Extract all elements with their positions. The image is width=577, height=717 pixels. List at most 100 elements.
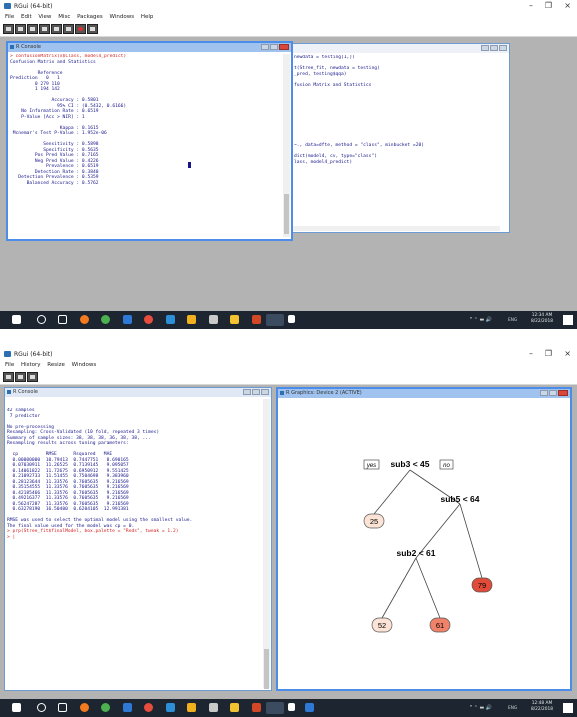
close-icon[interactable] — [279, 44, 289, 50]
scrollbar-thumb[interactable] — [264, 649, 269, 689]
menu-misc[interactable]: Misc — [58, 14, 70, 20]
r-console-title: R Console — [13, 389, 38, 395]
notification-icon[interactable] — [563, 703, 573, 713]
search-icon[interactable] — [37, 315, 46, 324]
file-manager-icon[interactable] — [187, 703, 196, 712]
menu-resize[interactable]: Resize — [47, 362, 65, 368]
menu-packages[interactable]: Packages — [77, 14, 103, 20]
clock[interactable]: 12:34 AM 8/22/2018 — [531, 313, 553, 325]
copy-plot-icon[interactable] — [3, 372, 14, 382]
powerpoint-icon[interactable] — [252, 703, 261, 712]
task-view-icon[interactable] — [58, 703, 67, 712]
console-line: lass, model4_predict) — [294, 159, 353, 165]
explorer-icon[interactable] — [166, 315, 175, 324]
stop-icon[interactable] — [75, 24, 86, 34]
horizontal-scrollbar[interactable] — [262, 226, 500, 231]
notes-icon[interactable] — [230, 703, 239, 712]
r-window-icon[interactable] — [288, 315, 295, 323]
edge-rl-left — [381, 557, 417, 619]
maximize-icon[interactable] — [549, 390, 557, 396]
maximize-icon[interactable] — [490, 45, 498, 51]
minimize-icon[interactable] — [540, 390, 548, 396]
r-window-icon[interactable] — [288, 703, 295, 711]
edge-root-left — [373, 469, 411, 515]
windows-start-icon[interactable] — [12, 315, 21, 324]
print-icon[interactable] — [87, 24, 98, 34]
lock-icon[interactable] — [209, 315, 218, 324]
tray-icons[interactable]: ᴿ ⌃ ▬ 🔊 — [470, 317, 492, 323]
app-title: RGui (64-bit) — [14, 351, 53, 358]
scrollbar-thumb[interactable] — [284, 194, 289, 234]
r-console-output[interactable]: > confusionMatrix(x$Class, model4_predic… — [10, 54, 281, 237]
firefox-icon[interactable] — [80, 703, 89, 712]
vertical-scrollbar[interactable] — [283, 54, 290, 237]
toolbar — [0, 23, 577, 37]
vertical-scrollbar[interactable] — [263, 399, 270, 689]
chrome-alt-icon[interactable] — [144, 315, 153, 324]
maximize-button[interactable]: ❐ — [545, 1, 552, 10]
clock[interactable]: 12:48 AM 8/22/2018 — [531, 701, 553, 713]
minimize-icon[interactable] — [481, 45, 489, 51]
chrome-icon[interactable] — [101, 703, 110, 712]
search-icon[interactable] — [37, 703, 46, 712]
powerpoint-icon[interactable] — [252, 315, 261, 324]
outlook-icon[interactable] — [305, 703, 314, 712]
file-manager-icon[interactable] — [187, 315, 196, 324]
app-titlebar: RGui (64-bit) – ❐ × — [0, 0, 577, 13]
background-console-output: newdata = testing[1,]) t(Stree_fit, newd… — [294, 55, 499, 230]
maximize-icon[interactable] — [252, 389, 260, 395]
maximize-button[interactable]: ❐ — [545, 349, 552, 358]
minimize-button[interactable]: – — [529, 349, 533, 358]
r-console-window[interactable]: R Console > confusionMatrix(x$Class, mod… — [6, 41, 293, 241]
tray-icons[interactable]: ᴿ ⌃ ▬ 🔊 — [470, 705, 492, 711]
windows-start-icon[interactable] — [12, 703, 21, 712]
chrome-icon[interactable] — [101, 315, 110, 324]
load-workspace-icon[interactable] — [15, 24, 26, 34]
menu-history[interactable]: History — [21, 362, 41, 368]
language-indicator[interactable]: ENG — [508, 706, 517, 711]
copy-paste-icon[interactable] — [63, 24, 74, 34]
notes-icon[interactable] — [230, 315, 239, 324]
lock-icon[interactable] — [209, 703, 218, 712]
paste-icon[interactable] — [51, 24, 62, 34]
menu-windows[interactable]: Windows — [110, 14, 135, 20]
menu-file[interactable]: File — [5, 14, 14, 20]
language-indicator[interactable]: ENG — [508, 318, 517, 323]
r-console-window[interactable]: R Console 42 samples 7 predictor No pre-… — [4, 387, 272, 691]
close-icon[interactable] — [499, 45, 507, 51]
menu-edit[interactable]: Edit — [21, 14, 32, 20]
firefox-icon[interactable] — [80, 315, 89, 324]
save-plot-icon[interactable] — [27, 372, 38, 382]
r-console-icon — [7, 390, 11, 394]
explorer-icon[interactable] — [166, 703, 175, 712]
menu-help[interactable]: Help — [141, 14, 154, 20]
r-gui-task-icon[interactable] — [266, 314, 284, 326]
menu-view[interactable]: View — [38, 14, 51, 20]
notification-icon[interactable] — [563, 315, 573, 325]
task-view-icon[interactable] — [58, 315, 67, 324]
background-console-window[interactable]: newdata = testing[1,]) t(Stree_fit, newd… — [260, 43, 510, 233]
store-icon[interactable] — [123, 703, 132, 712]
r-graphics-window[interactable]: R Graphics: Device 2 (ACTIVE) yes no sub… — [276, 387, 572, 691]
close-icon[interactable] — [558, 390, 568, 396]
background-console-titlebar — [261, 44, 509, 53]
close-button[interactable]: × — [564, 1, 571, 10]
app-titlebar: RGui (64-bit) – ❐ × — [0, 348, 577, 361]
save-workspace-icon[interactable] — [27, 24, 38, 34]
menu-windows[interactable]: Windows — [72, 362, 97, 368]
minimize-icon[interactable] — [243, 389, 251, 395]
maximize-icon[interactable] — [270, 44, 278, 50]
print-plot-icon[interactable] — [15, 372, 26, 382]
close-icon[interactable] — [261, 389, 269, 395]
store-icon[interactable] — [123, 315, 132, 324]
menu-bar: File History Resize Windows — [0, 361, 577, 371]
open-script-icon[interactable] — [3, 24, 14, 34]
menu-file[interactable]: File — [5, 362, 14, 368]
minimize-button[interactable]: – — [529, 1, 533, 10]
chrome-alt-icon[interactable] — [144, 703, 153, 712]
close-button[interactable]: × — [564, 349, 571, 358]
minimize-icon[interactable] — [261, 44, 269, 50]
copy-icon[interactable] — [39, 24, 50, 34]
r-gui-task-icon[interactable] — [266, 702, 284, 714]
r-console-output[interactable]: 42 samples 7 predictor No pre-processing… — [7, 408, 261, 688]
